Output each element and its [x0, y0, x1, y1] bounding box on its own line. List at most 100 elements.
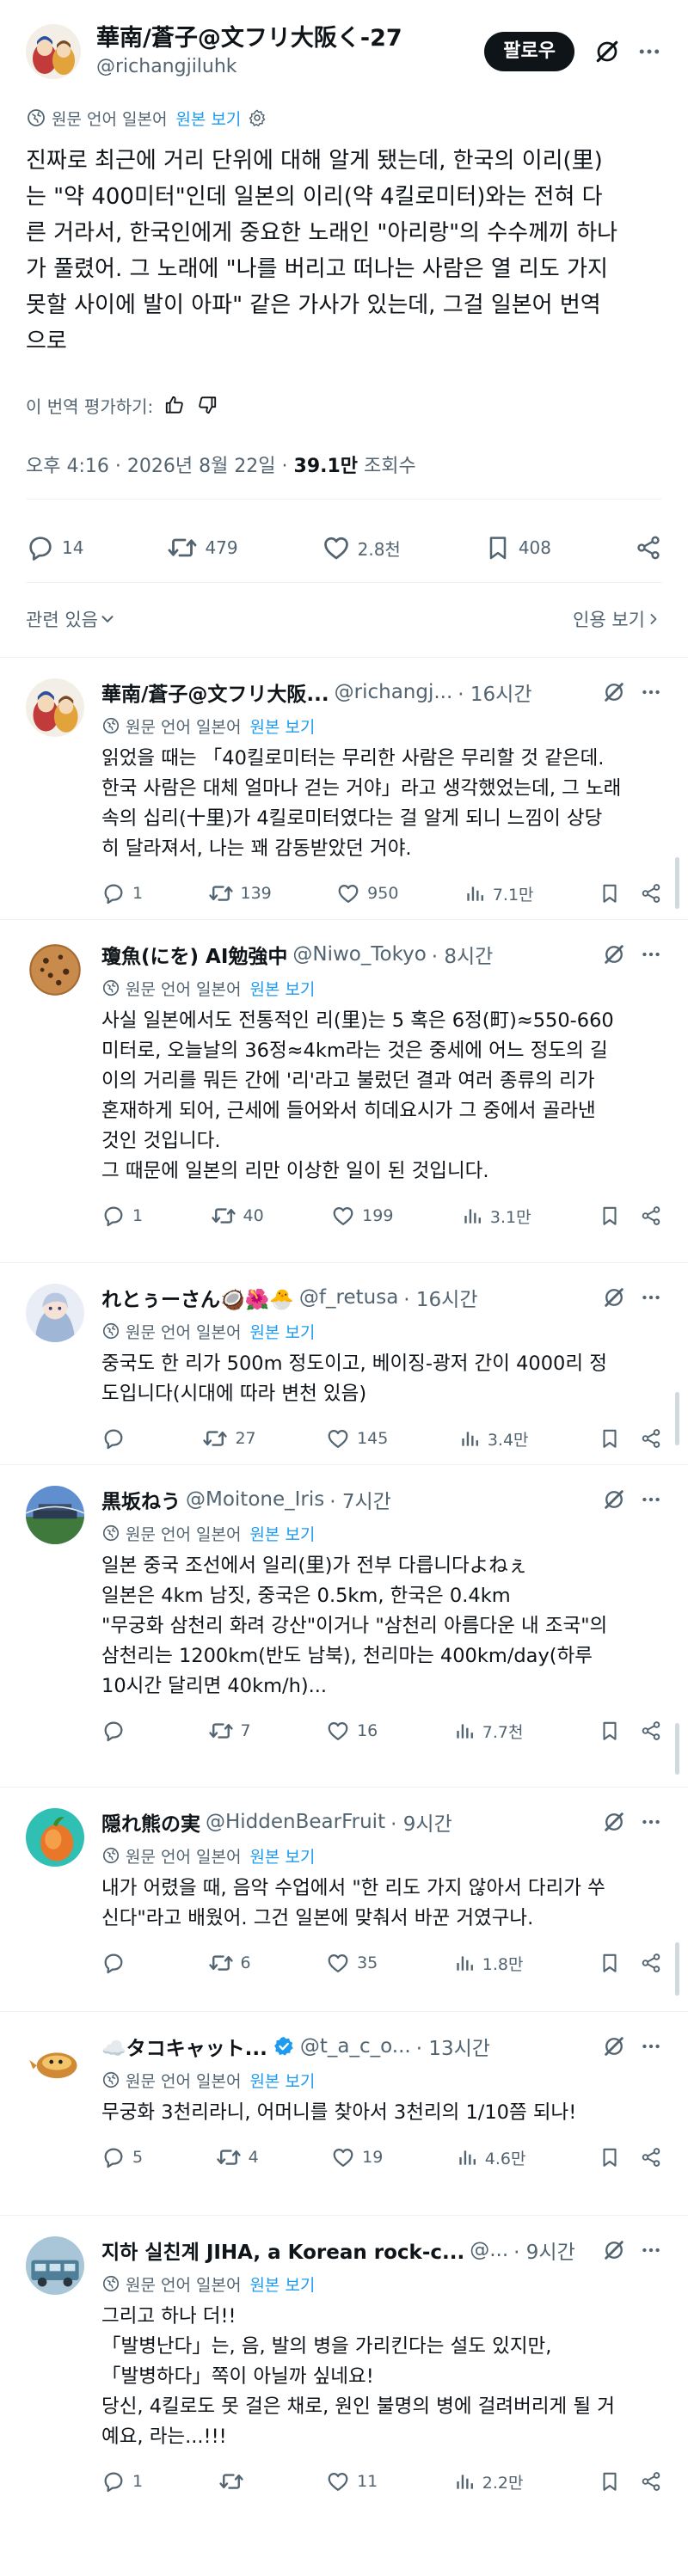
- reply-item[interactable]: 隠れ熊の実 @HiddenBearFruit · 9시간 원문 언어 일본어 원…: [0, 1788, 688, 2011]
- reply-item[interactable]: 지하 실친계 JIHA, a Korean rock-c... @... · 9…: [0, 2216, 688, 2541]
- reply-time[interactable]: · 9시간: [513, 2236, 575, 2264]
- scrollbar-thumb[interactable]: [675, 857, 679, 909]
- grok-icon[interactable]: [602, 1810, 626, 1834]
- show-original-link[interactable]: 원본 보기: [249, 2272, 315, 2296]
- show-original-link[interactable]: 원본 보기: [249, 1522, 315, 1545]
- reply-time[interactable]: · 16시간: [403, 1284, 477, 1311]
- reply-button[interactable]: 1: [101, 881, 143, 905]
- reply-avatar[interactable]: [26, 1284, 84, 1342]
- reply-time[interactable]: · 7시간: [329, 1486, 391, 1513]
- more-icon[interactable]: [640, 1488, 662, 1511]
- reply-button[interactable]: 1: [101, 2469, 143, 2493]
- follow-button[interactable]: 팔로우: [484, 32, 574, 71]
- reply-author-handle[interactable]: @...: [470, 2239, 508, 2261]
- bookmark-icon[interactable]: [599, 1205, 621, 1227]
- show-original-link[interactable]: 원본 보기: [249, 2069, 315, 2092]
- more-icon[interactable]: [636, 39, 662, 64]
- reply-author-handle[interactable]: @richangj...: [335, 681, 453, 703]
- main-author-name[interactable]: 華南/蒼子@文フリ大阪く-27: [96, 23, 484, 54]
- share-icon[interactable]: [640, 1205, 662, 1227]
- grok-icon[interactable]: [602, 2238, 626, 2262]
- sort-dropdown[interactable]: 관련 있음: [26, 606, 117, 632]
- show-original-link[interactable]: 원본 보기: [249, 715, 315, 738]
- reply-author-name[interactable]: 지하 실친계 JIHA, a Korean rock-c...: [101, 2236, 464, 2264]
- scrollbar-thumb[interactable]: [675, 1392, 679, 1445]
- reply-time[interactable]: · 16시간: [458, 678, 531, 706]
- grok-icon[interactable]: [602, 680, 626, 704]
- main-author-avatar[interactable]: [26, 24, 81, 79]
- reply-avatar[interactable]: [26, 1486, 84, 1544]
- retweet-button[interactable]: 6: [208, 1950, 251, 1976]
- reply-author-name[interactable]: ☁️タコキャット...: [101, 2033, 267, 2060]
- show-original-link[interactable]: 원본 보기: [249, 977, 315, 1000]
- reply-button[interactable]: 1: [101, 1204, 143, 1228]
- reply-item[interactable]: ☁️タコキャット... @t_a_c_o... · 13시간 원문 언어 일본어…: [0, 2012, 688, 2215]
- more-icon[interactable]: [640, 2035, 662, 2058]
- show-original-link[interactable]: 원본 보기: [249, 1320, 315, 1343]
- views-button[interactable]: 4.6만: [456, 2146, 525, 2169]
- share-icon[interactable]: [640, 1720, 662, 1742]
- reply-avatar[interactable]: [26, 941, 84, 999]
- bookmark-button[interactable]: 408: [484, 534, 551, 561]
- like-button[interactable]: 11: [326, 2469, 378, 2493]
- reply-avatar[interactable]: [26, 678, 84, 737]
- reply-author-name[interactable]: れとぅーさん🥥🌺🐣: [101, 1284, 294, 1311]
- scrollbar-thumb[interactable]: [675, 1942, 679, 1996]
- thumbs-up-icon[interactable]: [163, 394, 186, 416]
- like-button[interactable]: 19: [331, 2145, 383, 2169]
- grok-icon[interactable]: [602, 1487, 626, 1512]
- gear-icon[interactable]: [248, 108, 267, 127]
- reply-avatar[interactable]: [26, 2236, 84, 2295]
- retweet-button[interactable]: 139: [208, 880, 272, 906]
- retweet-button[interactable]: 40: [211, 1203, 264, 1229]
- reply-time[interactable]: · 8시간: [432, 941, 494, 968]
- retweet-button[interactable]: 4: [216, 2144, 259, 2170]
- reply-button[interactable]: [101, 1951, 132, 1975]
- more-icon[interactable]: [640, 2239, 662, 2261]
- more-icon[interactable]: [640, 1811, 662, 1833]
- reply-avatar[interactable]: [26, 1808, 84, 1867]
- retweet-button[interactable]: 27: [202, 1426, 256, 1451]
- reply-author-name[interactable]: 瓊魚(にを) AI勉強中: [101, 941, 287, 968]
- post-timestamp[interactable]: 오후 4:16 · 2026년 8월 22일 ·: [26, 456, 294, 477]
- bookmark-icon[interactable]: [599, 1952, 621, 1974]
- scrollbar-thumb[interactable]: [675, 1723, 679, 1775]
- views-button[interactable]: 3.4만: [458, 1427, 529, 1451]
- reply-button[interactable]: 14: [26, 533, 83, 562]
- reply-author-handle[interactable]: @Moitone_Iris: [186, 1488, 324, 1511]
- bookmark-icon[interactable]: [599, 2470, 621, 2493]
- more-icon[interactable]: [640, 1286, 662, 1309]
- reply-time[interactable]: · 13시간: [416, 2033, 490, 2060]
- views-button[interactable]: 7.7천: [453, 1720, 523, 1743]
- share-icon[interactable]: [640, 2146, 662, 2168]
- retweet-button[interactable]: 479: [167, 532, 238, 563]
- reply-item[interactable]: 黒坂ねう @Moitone_Iris · 7시간 원문 언어 일본어 원본 보기…: [0, 1465, 688, 1787]
- views-button[interactable]: 3.1만: [461, 1205, 531, 1228]
- reply-button[interactable]: [101, 1719, 132, 1743]
- views-button[interactable]: 7.1만: [464, 882, 534, 905]
- like-button[interactable]: 145: [326, 1426, 388, 1451]
- reply-button[interactable]: 5: [101, 2145, 143, 2169]
- show-original-link[interactable]: 원본 보기: [249, 1844, 315, 1868]
- bookmark-icon[interactable]: [599, 2146, 621, 2168]
- share-icon[interactable]: [640, 882, 662, 905]
- bookmark-icon[interactable]: [599, 1720, 621, 1742]
- grok-icon[interactable]: [602, 1285, 626, 1309]
- like-button[interactable]: 950: [336, 881, 398, 905]
- bookmark-icon[interactable]: [599, 882, 621, 905]
- share-icon[interactable]: [640, 1952, 662, 1974]
- like-button[interactable]: 16: [326, 1719, 378, 1743]
- reply-author-name[interactable]: 黒坂ねう: [101, 1486, 181, 1513]
- like-button[interactable]: 199: [331, 1204, 393, 1228]
- thumbs-down-icon[interactable]: [196, 394, 218, 416]
- grok-icon[interactable]: [602, 942, 626, 966]
- like-button[interactable]: 35: [326, 1951, 378, 1975]
- view-quotes-link[interactable]: 인용 보기: [573, 606, 662, 632]
- reply-time[interactable]: · 9시간: [390, 1808, 452, 1836]
- views-button[interactable]: 1.8만: [453, 1952, 523, 1975]
- views-button[interactable]: 2.2만: [453, 2470, 523, 2493]
- more-icon[interactable]: [640, 943, 662, 966]
- share-icon[interactable]: [640, 2470, 662, 2493]
- reply-author-name[interactable]: 華南/蒼子@文フリ大阪...: [101, 678, 329, 706]
- reply-avatar[interactable]: [26, 2033, 84, 2091]
